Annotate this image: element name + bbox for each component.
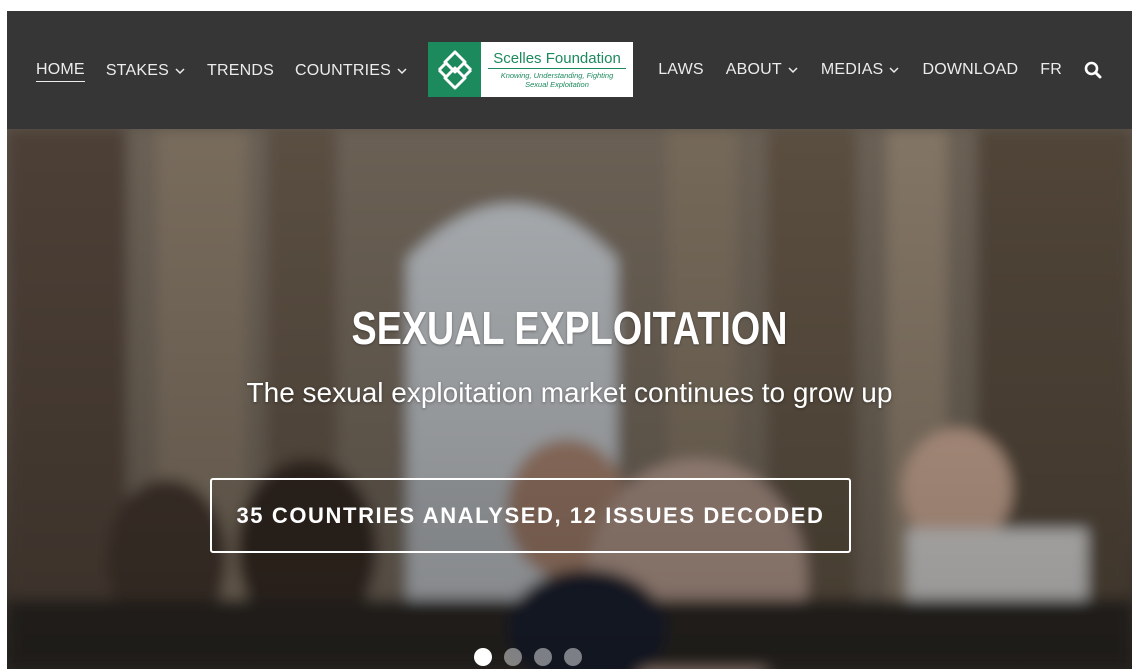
- nav-item-label: MEDIAS: [820, 61, 884, 78]
- hero-title: SEXUAL EXPLOITATION: [351, 302, 788, 354]
- hero-slider: SEXUAL EXPLOITATION The sexual exploitat…: [7, 129, 1132, 669]
- nav-item-stakes[interactable]: STAKES: [106, 61, 186, 81]
- logo-tagline-line1: Knowing, Understanding, Fighting: [500, 70, 614, 80]
- nav-item-countries[interactable]: COUNTRIES: [295, 61, 408, 81]
- chevron-down-icon: [787, 64, 799, 76]
- slider-dot-1[interactable]: [474, 648, 492, 666]
- nav-item-language-fr[interactable]: FR: [1040, 60, 1062, 80]
- nav-item-home[interactable]: HOME: [36, 60, 85, 82]
- site-logo[interactable]: Scelles Foundation Knowing, Understandin…: [428, 42, 633, 97]
- nav-left-group: HOME STAKES TRENDS COUNTRIES: [36, 60, 429, 82]
- logo-knot-icon: [428, 42, 481, 97]
- slider-pagination: [474, 648, 594, 666]
- nav-item-label: DOWNLOAD: [922, 61, 1019, 78]
- hero-subtitle: The sexual exploitation market continues…: [246, 377, 893, 408]
- page-frame: HOME STAKES TRENDS COUNTRIES Scelles Fou…: [7, 11, 1132, 669]
- nav-item-about[interactable]: ABOUT: [726, 60, 799, 80]
- logo-text: Scelles Foundation Knowing, Understandin…: [481, 42, 633, 97]
- hero-content: SEXUAL EXPLOITATION The sexual exploitat…: [7, 129, 1132, 669]
- nav-item-laws[interactable]: LAWS: [658, 60, 704, 80]
- nav-item-label: HOME: [36, 60, 85, 82]
- nav-item-trends[interactable]: TRENDS: [207, 61, 274, 81]
- nav-item-label: ABOUT: [725, 61, 782, 78]
- hero-cta-button[interactable]: 35 COUNTRIES ANALYSED, 12 ISSUES DECODED: [210, 478, 851, 553]
- search-icon[interactable]: [1084, 61, 1102, 79]
- slider-dot-4[interactable]: [564, 648, 582, 666]
- logo-name: Scelles Foundation: [493, 49, 621, 67]
- nav-item-download[interactable]: DOWNLOAD: [922, 60, 1018, 80]
- nav-item-label: STAKES: [105, 62, 169, 79]
- logo-divider: [488, 67, 626, 69]
- nav-item-label: COUNTRIES: [294, 62, 391, 79]
- nav-item-label: TRENDS: [206, 62, 274, 79]
- chevron-down-icon: [888, 64, 900, 76]
- nav-item-label: FR: [1040, 61, 1062, 78]
- chevron-down-icon: [174, 65, 186, 77]
- chevron-down-icon: [396, 65, 408, 77]
- nav-item-label: LAWS: [658, 61, 704, 78]
- logo-tagline-line2: Sexual Exploitation: [525, 79, 589, 89]
- nav-item-medias[interactable]: MEDIAS: [821, 60, 901, 80]
- slider-dot-3[interactable]: [534, 648, 552, 666]
- nav-right-group: LAWS ABOUT MEDIAS DOWNLOAD FR: [636, 60, 1102, 80]
- slider-dot-2[interactable]: [504, 648, 522, 666]
- top-navbar: HOME STAKES TRENDS COUNTRIES Scelles Fou…: [7, 11, 1132, 129]
